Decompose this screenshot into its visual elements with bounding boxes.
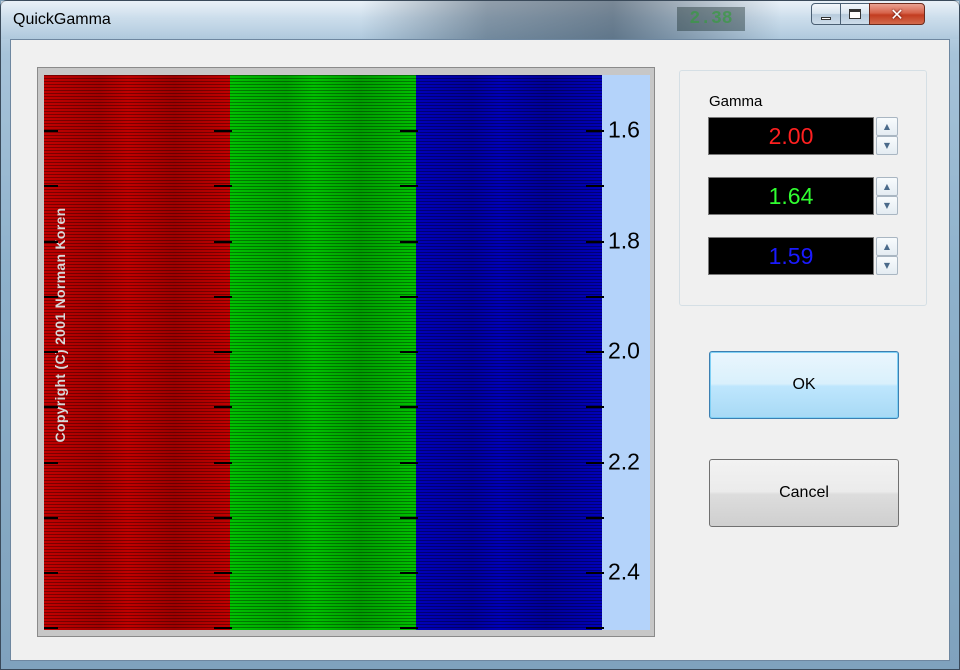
- client-area: Copyright (C) 2001 Norman Koren 1.6 1.8 2.…: [10, 39, 950, 661]
- window-title: QuickGamma: [13, 11, 111, 28]
- gamma-label: Gamma: [709, 93, 763, 110]
- spin-up-button[interactable]: ▲: [876, 177, 898, 196]
- minimize-icon: [821, 16, 831, 20]
- gamma-group-box: Gamma 2.00 ▲ ▼ 1.64 ▲ ▼ 1.59 ▲ ▼: [679, 70, 927, 306]
- green-band: [230, 75, 416, 630]
- blue-band: [416, 75, 602, 630]
- background-window-readout: 2.38: [677, 7, 745, 31]
- spin-down-button[interactable]: ▼: [876, 196, 898, 215]
- spin-up-button[interactable]: ▲: [876, 237, 898, 256]
- title-bar[interactable]: QuickGamma 2.38 ✕: [1, 1, 959, 39]
- gamma-green-control: 1.64 ▲ ▼: [708, 177, 900, 215]
- gamma-blue-display[interactable]: 1.59: [708, 237, 874, 275]
- spin-up-button[interactable]: ▲: [876, 117, 898, 136]
- quickgamma-window: QuickGamma 2.38 ✕ Copyright (C) 2001 Nor…: [0, 0, 960, 670]
- close-button[interactable]: ✕: [869, 3, 925, 25]
- scale-label: 1.8: [608, 227, 640, 253]
- ok-button[interactable]: OK: [709, 351, 899, 419]
- gamma-green-spinner[interactable]: ▲ ▼: [876, 177, 898, 215]
- minimize-button[interactable]: [811, 3, 841, 25]
- maximize-button[interactable]: [840, 3, 870, 25]
- cancel-button[interactable]: Cancel: [709, 459, 899, 527]
- scale-label: 2.2: [608, 448, 640, 474]
- copyright-text: Copyright (C) 2001 Norman Koren: [52, 207, 68, 443]
- red-band: Copyright (C) 2001 Norman Koren: [44, 75, 230, 630]
- gamma-green-display[interactable]: 1.64: [708, 177, 874, 215]
- gamma-blue-spinner[interactable]: ▲ ▼: [876, 237, 898, 275]
- gamma-chart-frame: Copyright (C) 2001 Norman Koren 1.6 1.8 2.…: [37, 67, 655, 637]
- spin-down-button[interactable]: ▼: [876, 136, 898, 155]
- spin-down-button[interactable]: ▼: [876, 256, 898, 275]
- gamma-blue-control: 1.59 ▲ ▼: [708, 237, 900, 275]
- gamma-red-display[interactable]: 2.00: [708, 117, 874, 155]
- scale-label: 2.4: [608, 558, 640, 585]
- maximize-icon: [849, 9, 861, 19]
- gamma-scale: 1.6 1.8 2.0 2.2 2.4: [602, 75, 650, 630]
- gamma-red-spinner[interactable]: ▲ ▼: [876, 117, 898, 155]
- gamma-red-control: 2.00 ▲ ▼: [708, 117, 900, 155]
- gamma-chart: Copyright (C) 2001 Norman Koren 1.6 1.8 2.…: [44, 75, 650, 630]
- close-icon: ✕: [890, 4, 904, 24]
- scale-label: 1.6: [608, 116, 640, 143]
- scale-label: 2.0: [608, 337, 640, 364]
